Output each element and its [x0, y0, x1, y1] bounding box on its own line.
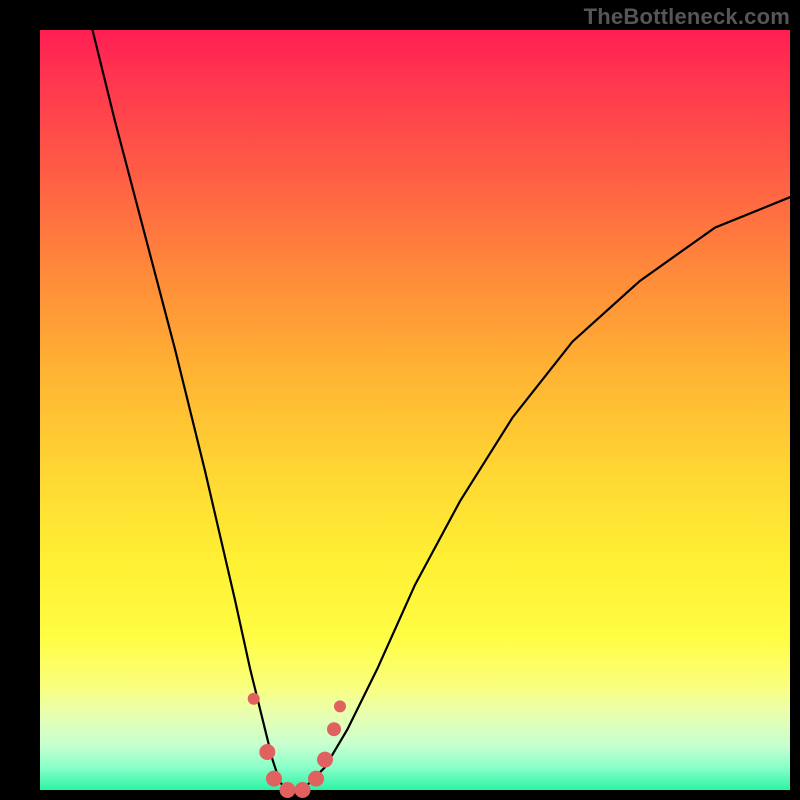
watermark-text: TheBottleneck.com: [584, 4, 790, 30]
curve-marker: [308, 771, 324, 787]
bottleneck-curve: [93, 30, 791, 790]
chart-frame: TheBottleneck.com: [0, 0, 800, 800]
curve-markers: [248, 693, 346, 798]
curve-marker: [280, 782, 296, 798]
plot-area: [40, 30, 790, 790]
curve-marker: [317, 752, 333, 768]
curve-marker: [248, 693, 260, 705]
curve-marker: [334, 700, 346, 712]
curve-layer: [40, 30, 790, 790]
curve-marker: [259, 744, 275, 760]
curve-marker: [295, 782, 311, 798]
curve-marker: [266, 771, 282, 787]
curve-marker: [327, 722, 341, 736]
